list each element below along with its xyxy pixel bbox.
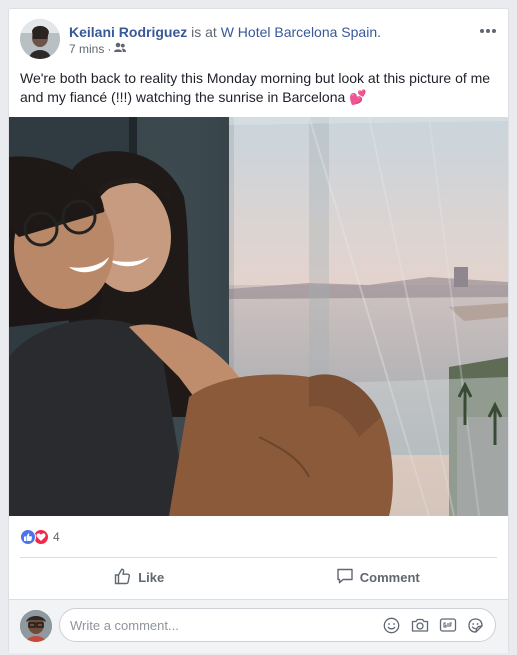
comment-input[interactable] xyxy=(70,617,382,633)
emoji-icon[interactable] xyxy=(382,616,401,635)
post-actions: Like Comment xyxy=(20,561,497,593)
viewer-avatar[interactable] xyxy=(20,610,52,642)
camera-icon[interactable] xyxy=(410,616,429,635)
like-label: Like xyxy=(138,569,165,585)
meta-separator: · xyxy=(107,42,112,56)
gif-icon[interactable] xyxy=(438,616,457,635)
friends-icon[interactable] xyxy=(114,42,127,56)
checkin-place[interactable]: W Hotel Barcelona Spain. xyxy=(221,24,381,40)
reaction-count[interactable]: 4 xyxy=(53,530,60,544)
like-button[interactable]: Like xyxy=(20,561,259,593)
comment-button[interactable]: Comment xyxy=(259,561,498,593)
post-card: Keilani Rodriguez is at W Hotel Barcelon… xyxy=(8,8,509,653)
reactions-divider xyxy=(20,557,497,558)
comment-label: Comment xyxy=(359,569,420,585)
author-avatar[interactable] xyxy=(20,19,60,59)
comment-bubble-icon xyxy=(336,567,354,588)
comment-composer xyxy=(9,599,508,653)
checkin-verb: is at xyxy=(191,24,217,40)
sticker-icon[interactable] xyxy=(466,616,485,635)
composer-icons xyxy=(382,616,485,635)
post-header: Keilani Rodriguez is at W Hotel Barcelon… xyxy=(20,19,498,61)
post-timestamp[interactable]: 7 mins xyxy=(69,42,104,56)
post-meta: 7 mins · xyxy=(69,42,127,56)
post-title-line: Keilani Rodriguez is at W Hotel Barcelon… xyxy=(69,23,381,41)
comment-box[interactable] xyxy=(59,608,496,642)
two-hearts-emoji: 💕 xyxy=(349,89,367,105)
author-name[interactable]: Keilani Rodriguez xyxy=(69,24,187,40)
post-text: We're both back to reality this Monday m… xyxy=(20,69,500,107)
post-photo[interactable] xyxy=(9,117,508,516)
more-options-icon[interactable] xyxy=(478,25,498,37)
like-reaction-icon xyxy=(20,529,36,545)
reactions-summary[interactable]: 4 xyxy=(20,527,60,547)
post-body: We're both back to reality this Monday m… xyxy=(20,70,491,105)
thumbs-up-icon xyxy=(114,567,132,588)
